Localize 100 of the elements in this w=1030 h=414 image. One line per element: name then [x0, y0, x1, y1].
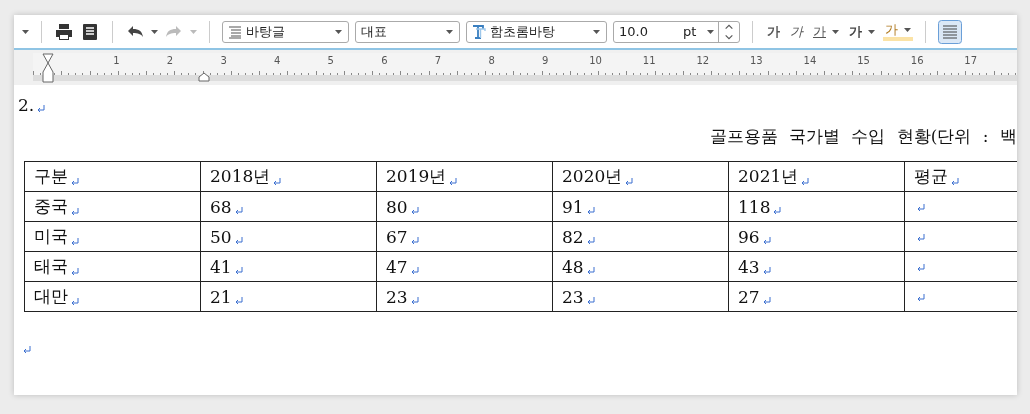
paragraph-mark-icon	[233, 296, 244, 305]
caret-icon	[904, 27, 911, 32]
ruler-number: 2	[165, 54, 175, 68]
table-caption: 골프용품 국가별 수입 현황(단위 : 백	[709, 125, 1017, 148]
ruler-number: 4	[273, 54, 282, 68]
paragraph-mark-icon	[761, 266, 772, 275]
paragraph-mark-icon	[772, 206, 783, 215]
paragraph-mark-icon	[233, 206, 244, 215]
table-cell: 27	[728, 281, 905, 312]
ruler-number: 9	[540, 54, 550, 68]
table-cell: 96	[728, 221, 905, 252]
paragraph-mark-icon	[22, 346, 32, 354]
header-cell: 2019년	[376, 161, 553, 192]
paragraph-mark-icon	[70, 298, 80, 306]
row-label-cell: 태국	[24, 251, 201, 282]
paragraph-mark-icon	[585, 206, 596, 215]
paragraph-style-icon	[228, 24, 242, 39]
table-cell: 48	[552, 251, 729, 282]
paragraph-mark-icon	[624, 178, 635, 186]
paragraph-mark-icon	[409, 236, 420, 245]
indent-marker-icon[interactable]	[42, 53, 54, 83]
ruler-number: 5	[326, 54, 335, 68]
page-icon[interactable]	[80, 21, 100, 42]
table-cell: 118	[728, 191, 905, 222]
table-cell: 21	[200, 281, 377, 312]
row-label-cell: 대만	[24, 281, 201, 312]
paragraph-mark-icon	[916, 204, 926, 212]
paragraph-mark-icon	[585, 266, 596, 275]
heading-text: 2.	[18, 95, 35, 115]
caret-icon	[707, 29, 714, 34]
ruler-number: 3	[219, 54, 228, 68]
highlight-button[interactable]: 가	[883, 22, 913, 41]
row-label-cell: 미국	[24, 221, 201, 252]
table-cell: 50	[200, 221, 377, 252]
paragraph-mark-icon	[916, 234, 926, 242]
italic-button[interactable]: 가	[788, 22, 805, 41]
caret-icon	[832, 29, 839, 34]
caret-icon[interactable]	[22, 29, 29, 34]
paragraph-mark-icon	[409, 296, 420, 305]
table-cell: 47	[376, 251, 553, 282]
caret-icon	[446, 29, 453, 34]
table-cell: 43	[728, 251, 905, 282]
caret-icon[interactable]	[151, 29, 158, 34]
header-cell: 평균	[904, 161, 1017, 192]
bold-button[interactable]: 가	[765, 22, 782, 41]
paragraph-mark-icon	[761, 236, 772, 245]
header-cell: 2021년	[728, 161, 905, 192]
ruler-number: 6	[380, 54, 389, 68]
ruler-number: 11	[641, 54, 657, 68]
table-cell: 41	[200, 251, 377, 282]
caret-icon	[593, 29, 600, 34]
paragraph-mark-icon	[916, 294, 926, 302]
ruler-number: 1	[112, 54, 121, 68]
ruler-number: 7	[433, 54, 443, 68]
ruler-number: 8	[487, 54, 496, 68]
table-cell: 23	[376, 281, 553, 312]
caret-icon	[868, 29, 875, 34]
paragraph-mark-icon	[409, 206, 420, 215]
header-cell: 2018년	[200, 161, 377, 192]
outline-dropdown[interactable]: 대표	[355, 20, 460, 43]
row-label-cell: 중국	[24, 191, 201, 222]
font-icon	[472, 24, 486, 39]
ruler-number: 15	[856, 54, 871, 68]
table-cell: 80	[376, 191, 553, 222]
underline-button[interactable]: 가	[811, 22, 841, 41]
paragraph-mark-icon	[272, 178, 283, 186]
paragraph-mark-icon	[916, 264, 926, 272]
table-cell: 68	[200, 191, 377, 222]
paragraph-mark-icon	[800, 178, 811, 186]
ruler-number: 12	[695, 54, 711, 68]
paragraph-mark-icon	[70, 208, 80, 216]
font-size-field[interactable]: 10.0 pt	[613, 20, 740, 43]
paragraph-mark-icon	[409, 266, 420, 275]
ruler-number: 17	[963, 54, 979, 68]
table-cell: 67	[376, 221, 553, 252]
paragraph-mark-icon	[70, 178, 80, 186]
table-cell: 23	[552, 281, 729, 312]
header-cell: 구분	[24, 161, 201, 192]
justify-align-icon[interactable]	[938, 19, 962, 44]
ruler-number: 16	[909, 54, 925, 68]
ruler-number: 14	[802, 54, 818, 68]
caret-icon	[335, 29, 342, 34]
header-cell: 2020년	[552, 161, 729, 192]
font-dropdown[interactable]: 함초롬바탕	[466, 20, 607, 43]
indent-marker-icon[interactable]	[198, 72, 210, 82]
paragraph-mark-icon	[585, 236, 596, 245]
style-dropdown[interactable]: 바탕글	[222, 20, 349, 43]
paragraph-mark-icon	[70, 268, 80, 276]
paragraph-mark-icon	[70, 238, 80, 246]
ruler-number: 10	[588, 54, 603, 68]
table-cell: 82	[552, 221, 729, 252]
paragraph-mark-icon	[233, 266, 244, 275]
table-cell: 91	[552, 191, 729, 222]
paragraph-mark-icon	[950, 178, 960, 186]
paragraph-mark-icon	[36, 105, 47, 113]
paragraph-mark-icon	[233, 236, 244, 245]
paragraph-mark-icon	[448, 178, 459, 186]
paragraph-mark-icon	[761, 296, 772, 305]
strike-button[interactable]: 가	[847, 22, 877, 41]
print-icon[interactable]	[54, 21, 74, 42]
